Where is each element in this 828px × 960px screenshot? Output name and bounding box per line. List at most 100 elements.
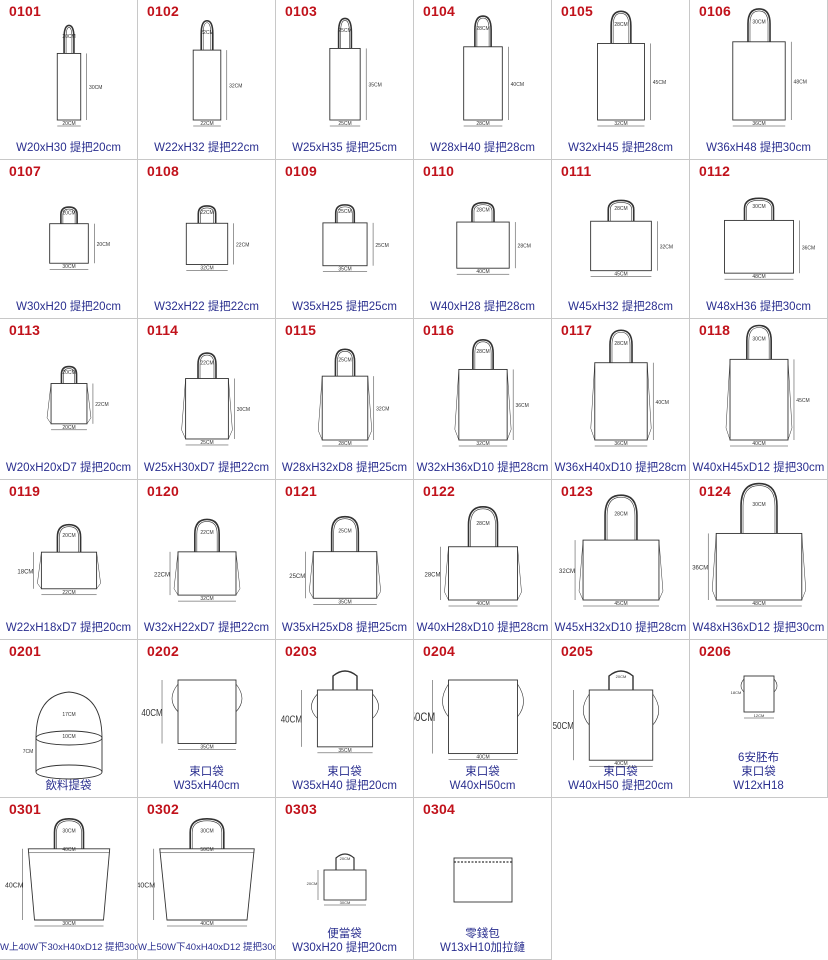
bag-diagram: 30CM 40CM 45CM	[725, 324, 810, 447]
product-cell-0106[interactable]: 0106 W36xH48 提把30cm 30CM 36CM 48CM	[690, 0, 828, 160]
bag-diagram: 28CM 45CM 32CM	[590, 199, 673, 278]
bag-diagram: 30CM 48CM 36CM	[724, 197, 815, 280]
bag-diagram: 35CM 40CM	[141, 679, 243, 751]
handle-label: 25CM	[338, 357, 351, 363]
handle-label: 28CM	[614, 341, 627, 347]
bag-diagram: 22CM 25CM 30CM	[181, 352, 250, 446]
bag-diagram: 25CM 28CM 32CM	[317, 348, 389, 447]
product-cell-0303[interactable]: 0303 便當袋 W30xH20 提把20cm 20CM 30CM 20CM	[276, 798, 414, 960]
height-label: 36CM	[692, 566, 708, 572]
bag-diagram: 20CM 20CM 30CM	[56, 24, 102, 127]
height-label: 35CM	[369, 83, 382, 89]
width-label: 40CM	[476, 601, 489, 607]
bag-diagram: 40CM 30CM 30CM 40CM	[5, 818, 111, 927]
product-cell-0123[interactable]: 0123 W45xH32xD10 提把28cm 28CM 45CM 32CM	[552, 480, 690, 640]
width-label: 35CM	[338, 599, 351, 605]
product-cell-0122[interactable]: 0122 W40xH28xD10 提把28cm 28CM 40CM 28CM	[414, 480, 552, 640]
product-cell-0111[interactable]: 0111 W45xH32 提把28cm 28CM 45CM 32CM	[552, 160, 690, 319]
height-label: 22CM	[154, 572, 170, 578]
product-cell-0206[interactable]: 0206 6安胚布 束口袋 W12xH18 18CM 12CM	[690, 640, 828, 798]
width-label: 36CM	[614, 441, 627, 447]
product-cell-0204[interactable]: 0204束口袋W40xH50cm40CM50CM	[414, 640, 552, 798]
top-width-label: 40CM	[62, 847, 75, 853]
product-cell-0114[interactable]: 0114 W25xH30xD7 提把22cm 22CM 25CM 30CM	[138, 319, 276, 480]
width-label: 40CM	[476, 269, 489, 275]
product-cell-0304[interactable]: 0304 零錢包 W13xH10加拉鏈	[414, 798, 552, 960]
handle-label: 17CM	[62, 712, 75, 718]
height-label: 40CM	[656, 400, 669, 406]
product-cell-0103[interactable]: 0103 W25xH35 提把25cm 25CM 25CM 35CM	[276, 0, 414, 160]
product-cell-0302[interactable]: 0302 W上50W下40xH40xD12 提把30cm 50CM 30CM 40CM 4…	[138, 798, 276, 960]
product-cell-0301[interactable]: 0301 W上40W下30xH40xD12 提把30cm 40CM 30CM 30CM 4…	[0, 798, 138, 960]
bag-diagram	[453, 857, 513, 903]
product-cell-0116[interactable]: 0116 W32xH36xD10 提把28cm 28CM 32CM 36CM	[414, 319, 552, 480]
product-cell-0115[interactable]: 0115 W28xH32xD8 提把25cm 25CM 28CM 32CM	[276, 319, 414, 480]
product-cell-0102[interactable]: 0102 W22xH32 提把22cm 22CM 22CM 32CM	[138, 0, 276, 160]
height-label: 32CM	[376, 407, 389, 413]
height-label: 25CM	[289, 574, 305, 580]
height-label: 50CM	[553, 720, 574, 731]
width-label: 30CM	[340, 900, 351, 905]
product-cell-0107[interactable]: 0107 W30xH20 提把20cm 20CM 30CM 20CM	[0, 160, 138, 319]
handle-label: 30CM	[752, 337, 765, 343]
bag-diagram: 30CM 36CM 48CM	[732, 8, 807, 127]
bag-diagram: 22CM 32CM 22CM	[154, 518, 241, 602]
height-label: 22CM	[95, 402, 108, 408]
handle-label: 30CM	[200, 828, 213, 834]
width-label: 10CM	[62, 734, 75, 740]
height-label: 22CM	[236, 242, 249, 248]
height-label: 36CM	[802, 245, 815, 251]
product-cell-0205[interactable]: 0205 束口袋 W40xH50 提把20cm 20CM 40CM 50CM	[552, 640, 690, 798]
bag-diagram: 28CM 40CM 28CM	[424, 506, 522, 607]
product-cell-0105[interactable]: 0105 W32xH45 提把28cm 28CM 32CM 45CM	[552, 0, 690, 160]
handle-label: 28CM	[614, 511, 627, 517]
product-cell-0104[interactable]: 0104 W28xH40 提把28cm 28CM 28CM 40CM	[414, 0, 552, 160]
bag-diagram: 28CM 28CM 40CM	[463, 15, 524, 127]
product-cell-0117[interactable]: 0117 W36xH40xD10 提把28cm 28CM 36CM 40CM	[552, 319, 690, 480]
height-label: 48CM	[794, 79, 807, 85]
width-label: 40CM	[476, 755, 489, 761]
width-label: 32CM	[200, 265, 213, 271]
width-label: 30CM	[62, 264, 75, 270]
bag-diagram: 18CM 12CM	[731, 675, 778, 719]
product-cell-0109[interactable]: 0109 W35xH25 提把25cm 25CM 35CM 25CM	[276, 160, 414, 319]
product-cell-0201[interactable]: 0201 飲料提袋 17CM 7CM 10CM	[0, 640, 138, 798]
height-label: 45CM	[796, 398, 809, 404]
height-label: 40CM	[5, 882, 24, 889]
handle-label: 28CM	[476, 26, 489, 32]
product-cell-0113[interactable]: 0113 W20xH20xD7 提把20cm 20CM 20CM 22CM	[0, 319, 138, 480]
product-cell-0124[interactable]: 0124 W48xH36xD12 提把30cm 30CM 48CM 36CM	[690, 480, 828, 640]
product-cell-0202[interactable]: 0202 束口袋 W35xH40cm 35CM 40CM	[138, 640, 276, 798]
height-label: 20CM	[97, 242, 110, 248]
width-label: 20CM	[62, 121, 75, 127]
bag-diagram: 17CM 7CM 10CM	[23, 691, 103, 780]
bag-diagram: 35CM 40CM	[281, 670, 379, 754]
width-label: 32CM	[200, 596, 213, 602]
handle-label: 22CM	[200, 361, 213, 367]
product-cell-0118[interactable]: 0118 W40xH45xD12 提把30cm 30CM 40CM 45CM	[690, 319, 828, 480]
width-label: 40CM	[752, 441, 765, 447]
width-label: 25CM	[200, 440, 213, 446]
height-label: 36CM	[515, 403, 528, 409]
product-cell-0121[interactable]: 0121 W35xH25xD8 提把25cm 25CM 35CM 25CM	[276, 480, 414, 640]
height-label: 7CM	[23, 749, 34, 755]
bag-diagram: 25CM 35CM 25CM	[289, 515, 381, 605]
product-cell-0110[interactable]: 0110 W40xH28 提把28cm 28CM 40CM 28CM	[414, 160, 552, 319]
width-label: 22CM	[200, 121, 213, 127]
width-label: 32CM	[476, 441, 489, 447]
product-cell-0112[interactable]: 0112 W48xH36 提把30cm 30CM 48CM 36CM	[690, 160, 828, 319]
bag-diagram: 20CM 30CM 20CM	[49, 206, 110, 270]
width-label: 35CM	[200, 745, 213, 751]
handle-label: 30CM	[752, 502, 765, 508]
product-cell-0119[interactable]: 0119 W22xH18xD7 提把20cm 20CM 22CM 18CM	[0, 480, 138, 640]
bag-diagram: 25CM 35CM 25CM	[322, 204, 389, 273]
product-cell-0203[interactable]: 0203 束口袋 W35xH40 提把20cm 35CM 40CM	[276, 640, 414, 798]
height-label: 28CM	[424, 572, 440, 578]
height-label: 32CM	[229, 84, 242, 90]
height-label: 32CM	[559, 569, 575, 575]
width-label: 45CM	[614, 601, 627, 607]
handle-label: 20CM	[62, 370, 75, 376]
product-cell-0101[interactable]: 0101 W20xH30 提把20cm 20CM 20CM 30CM	[0, 0, 138, 160]
product-cell-0120[interactable]: 0120 W32xH22xD7 提把22cm 22CM 32CM 22CM	[138, 480, 276, 640]
product-cell-0108[interactable]: 0108 W32xH22 提把22cm 22CM 32CM 22CM	[138, 160, 276, 319]
